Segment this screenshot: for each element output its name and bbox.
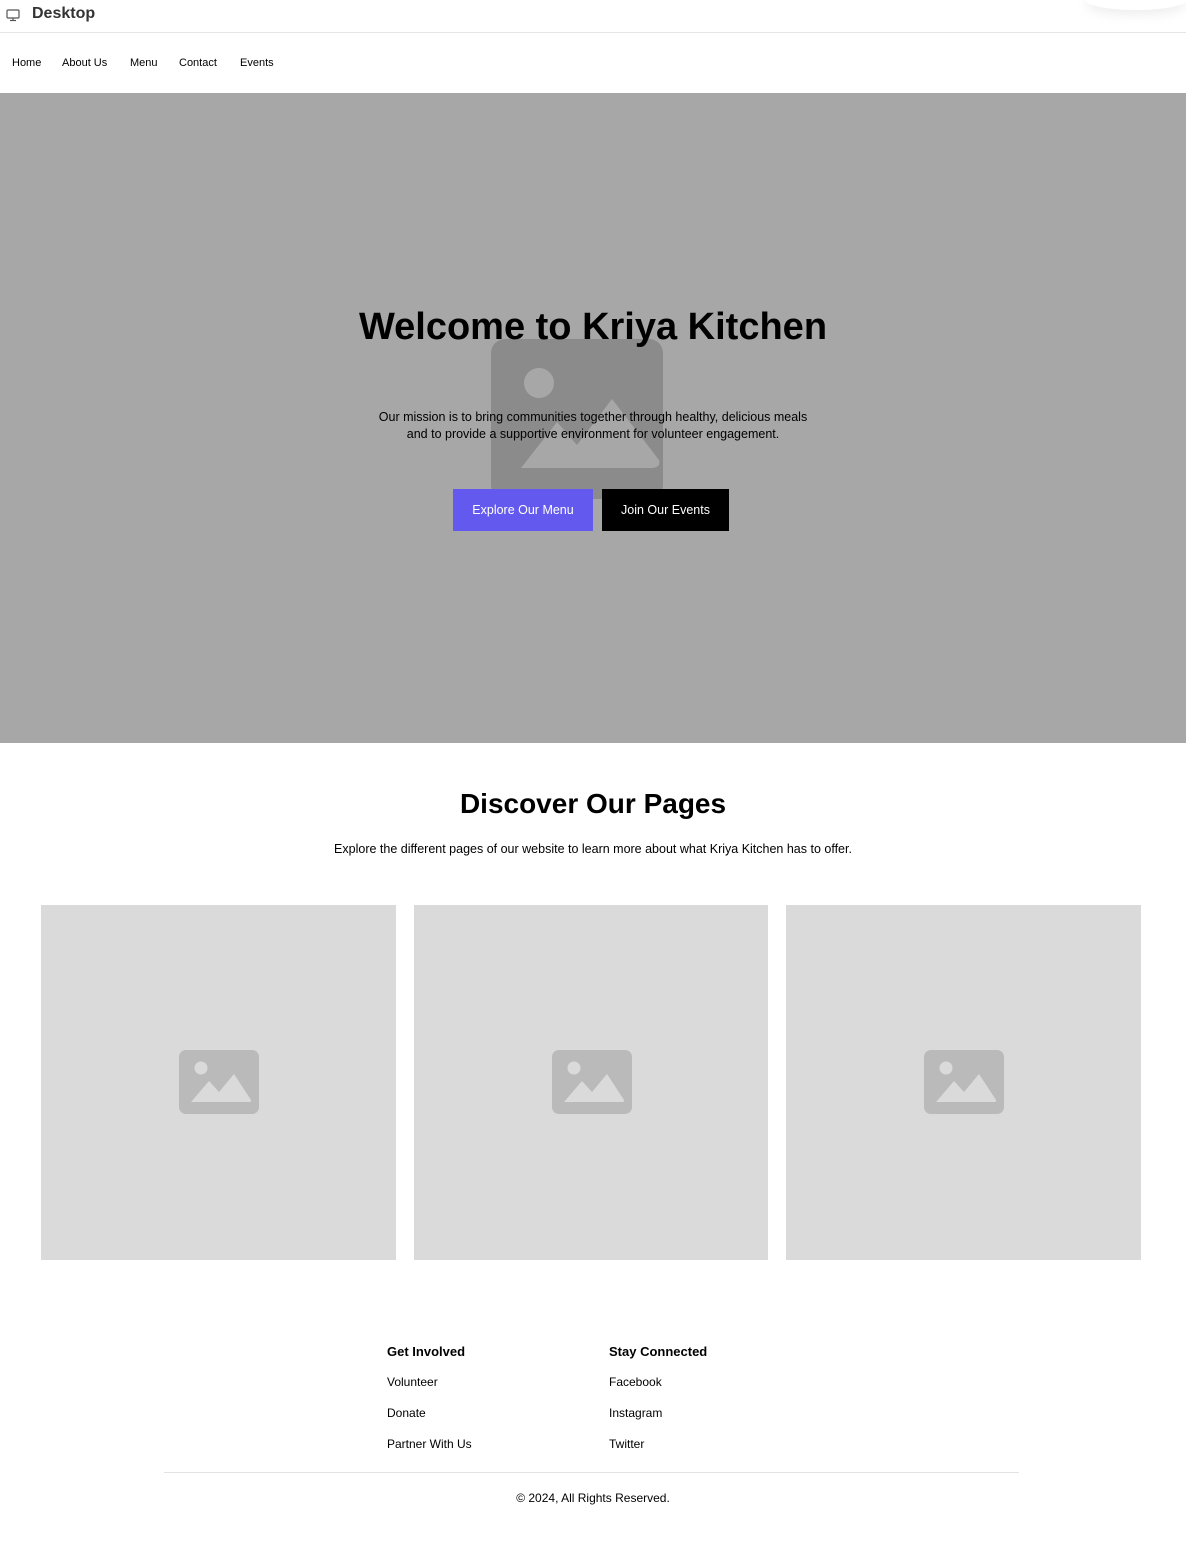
footer-heading: Stay Connected bbox=[609, 1344, 708, 1359]
image-placeholder-icon bbox=[179, 1050, 259, 1114]
discover-subtitle: Explore the different pages of our websi… bbox=[334, 842, 852, 856]
monitor-icon bbox=[6, 9, 20, 22]
hero-section: Welcome to Kriya Kitchen Our mission is … bbox=[0, 93, 1186, 743]
page-card[interactable] bbox=[786, 905, 1141, 1260]
hero-title: Welcome to Kriya Kitchen bbox=[358, 306, 828, 348]
footer-link-twitter[interactable]: Twitter bbox=[609, 1437, 707, 1468]
image-placeholder-icon bbox=[552, 1050, 632, 1114]
footer-column-get-involved: Get Involved Volunteer Donate Partner Wi… bbox=[387, 1344, 472, 1468]
footer-heading: Get Involved bbox=[387, 1344, 466, 1359]
footer-link-facebook[interactable]: Facebook bbox=[609, 1375, 707, 1406]
footer-divider bbox=[164, 1472, 1019, 1473]
window-title-bar: Desktop bbox=[0, 0, 1186, 33]
footer-link-volunteer[interactable]: Volunteer bbox=[387, 1375, 472, 1406]
footer-link-donate[interactable]: Donate bbox=[387, 1406, 472, 1437]
join-events-button[interactable]: Join Our Events bbox=[602, 489, 729, 531]
hero-description: Our mission is to bring communities toge… bbox=[378, 410, 808, 441]
main-navigation: Home About Us Menu Contact Events bbox=[0, 33, 1186, 93]
nav-contact[interactable]: Contact bbox=[179, 57, 217, 69]
footer-column-stay-connected: Stay Connected Facebook Instagram Twitte… bbox=[609, 1344, 707, 1468]
nav-home[interactable]: Home bbox=[12, 57, 41, 69]
page-card[interactable] bbox=[41, 905, 396, 1260]
window-control-shadow bbox=[1086, 0, 1186, 10]
explore-menu-button[interactable]: Explore Our Menu bbox=[453, 489, 593, 531]
page-card[interactable] bbox=[414, 905, 768, 1260]
footer-link-partner[interactable]: Partner With Us bbox=[387, 1437, 472, 1468]
footer-link-instagram[interactable]: Instagram bbox=[609, 1406, 707, 1437]
nav-events[interactable]: Events bbox=[240, 57, 274, 69]
copyright-text: © 2024, All Rights Reserved. bbox=[516, 1491, 670, 1505]
nav-about-us[interactable]: About Us bbox=[62, 57, 107, 69]
discover-title: Discover Our Pages bbox=[459, 788, 727, 819]
image-placeholder-icon bbox=[924, 1050, 1004, 1114]
window-title: Desktop bbox=[32, 5, 96, 22]
nav-menu[interactable]: Menu bbox=[130, 57, 158, 69]
